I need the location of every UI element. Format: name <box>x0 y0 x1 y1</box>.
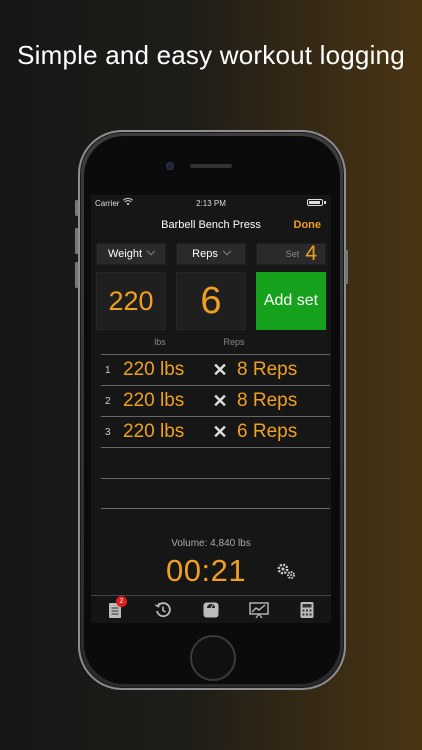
side-button-volume-up <box>75 228 78 254</box>
times-icon: ✕ <box>212 390 228 411</box>
set-reps: 8 Reps <box>237 359 298 380</box>
history-icon <box>155 601 171 617</box>
set-index: 3 <box>105 426 111 438</box>
chevron-down-icon <box>222 246 232 256</box>
set-label: Set <box>285 249 300 259</box>
camera-icon <box>166 162 174 170</box>
weight-selector-label: Weight <box>107 248 143 260</box>
set-weight: 220 lbs <box>123 359 185 380</box>
times-icon: ✕ <box>212 421 228 442</box>
side-button-volume-down <box>75 262 78 288</box>
status-time: 2:13 PM <box>196 199 226 208</box>
tab-bar: 2 <box>91 595 331 623</box>
weight-input[interactable]: 220 <box>96 272 166 330</box>
table-row[interactable]: 3 220 lbs ✕ 6 Reps <box>101 416 330 447</box>
status-bar: Carrier 2:13 PM <box>91 195 331 211</box>
set-weight: 220 lbs <box>123 390 185 411</box>
side-button-silent <box>75 200 78 216</box>
calculator-icon <box>300 601 314 618</box>
gears-icon[interactable] <box>275 562 297 580</box>
tab-log[interactable]: 2 <box>103 595 127 620</box>
scale-icon <box>203 602 219 617</box>
set-reps: 6 Reps <box>237 421 298 442</box>
set-counter: Set 4 <box>256 243 326 265</box>
sets-table: 1 220 lbs ✕ 8 Reps 2 220 lbs ✕ 8 Reps 3 … <box>101 354 330 509</box>
tab-body[interactable] <box>199 600 223 620</box>
reps-selector[interactable]: Reps <box>176 243 246 265</box>
set-index: 1 <box>105 364 111 376</box>
reps-selector-label: Reps <box>192 248 218 260</box>
add-set-button[interactable]: Add set <box>256 272 326 330</box>
weight-selector[interactable]: Weight <box>96 243 166 265</box>
speaker-grille <box>190 164 232 168</box>
done-button[interactable]: Done <box>294 219 322 231</box>
side-button-power <box>345 250 348 284</box>
set-index: 2 <box>105 395 111 407</box>
weight-unit-label: lbs <box>154 337 166 347</box>
table-row[interactable]: 1 220 lbs ✕ 8 Reps <box>101 354 330 385</box>
empty-row <box>101 478 330 509</box>
set-reps: 8 Reps <box>237 390 298 411</box>
set-weight: 220 lbs <box>123 421 185 442</box>
nav-bar: Barbell Bench Press Done <box>91 215 331 235</box>
battery-tip <box>324 201 326 204</box>
rest-timer[interactable]: 00:21 <box>166 553 246 589</box>
battery-icon <box>307 199 323 206</box>
tab-calculator[interactable] <box>295 600 319 620</box>
tab-progress[interactable] <box>247 600 271 620</box>
tab-history[interactable] <box>151 600 175 620</box>
set-number: 4 <box>305 242 317 265</box>
reps-unit-label: Reps <box>223 337 245 347</box>
chart-icon <box>249 601 269 618</box>
notification-badge: 2 <box>116 595 127 607</box>
app-screen: Carrier 2:13 PM Barbell Bench Press Done… <box>91 195 331 623</box>
volume-label: Volume: 4,840 lbs <box>171 538 251 549</box>
headline: Simple and easy workout logging <box>17 40 405 70</box>
home-button[interactable] <box>190 635 236 681</box>
times-icon: ✕ <box>212 359 228 380</box>
chevron-down-icon <box>146 246 156 256</box>
table-row[interactable]: 2 220 lbs ✕ 8 Reps <box>101 385 330 416</box>
empty-row <box>101 447 330 478</box>
reps-input[interactable]: 6 <box>176 272 246 330</box>
